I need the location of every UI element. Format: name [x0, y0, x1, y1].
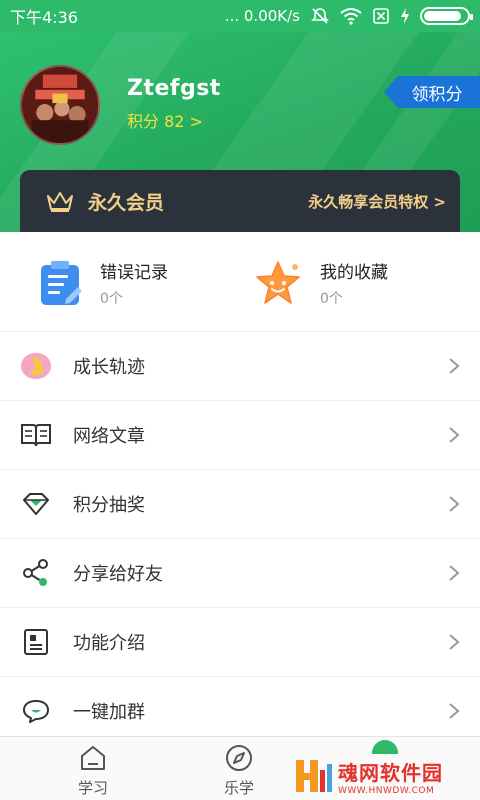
charging-icon	[400, 8, 410, 24]
list-item-features[interactable]: 功能介绍	[0, 608, 480, 677]
notepad-icon	[41, 261, 82, 305]
watermark-url: WWW.HNWDW.COM	[338, 785, 435, 796]
chevron-right-icon	[449, 703, 460, 719]
list-label-join-group: 一键加群	[73, 702, 145, 723]
crown-icon	[47, 192, 73, 212]
avatar[interactable]	[20, 65, 100, 145]
chevron-right-icon	[449, 427, 460, 443]
nav-tab-study[interactable]: 学习	[0, 737, 186, 800]
nav-label-fun-learn: 乐学	[223, 779, 254, 797]
profile-header: Ztefgst 积分 82 > 领积分 永久会员 永久畅享会员特权 >	[0, 32, 480, 232]
status-time: 下午4:36	[10, 8, 78, 27]
favorites-title: 我的收藏	[320, 263, 388, 283]
menu-list: 成长轨迹 网络文章 积分抽奖 分享给好友 功能介绍 一键加群	[0, 332, 480, 746]
no-sim-icon	[372, 7, 390, 25]
vip-privileges-link[interactable]: 永久畅享会员特权 >	[308, 191, 446, 212]
earn-points-button[interactable]: 领积分	[384, 76, 480, 108]
network-speed: ... 0.00K/s	[224, 7, 300, 25]
list-item-growth[interactable]: 成长轨迹	[0, 332, 480, 401]
vip-card[interactable]: 永久会员 永久畅享会员特权 >	[20, 170, 460, 232]
status-bar: 下午4:36 ... 0.00K/s	[0, 0, 480, 32]
list-item-articles[interactable]: 网络文章	[0, 401, 480, 470]
list-label-share: 分享给好友	[73, 564, 163, 585]
list-label-lottery: 积分抽奖	[73, 495, 145, 516]
chevron-right-icon	[449, 565, 460, 581]
compass-icon	[226, 745, 252, 771]
diamond-icon	[20, 488, 52, 520]
nav-tab-fun-learn[interactable]: 乐学	[186, 737, 292, 800]
points-link[interactable]: 积分 82 >	[127, 108, 203, 132]
wifi-icon	[340, 7, 362, 25]
favorites-card[interactable]: 我的收藏 0个	[240, 232, 480, 332]
chat-icon	[20, 695, 52, 727]
list-label-articles: 网络文章	[73, 426, 145, 447]
watermark-logo	[296, 760, 332, 792]
username: Ztefgst	[127, 76, 221, 101]
open-book-icon	[20, 419, 52, 451]
battery-icon	[420, 7, 473, 25]
list-item-lottery[interactable]: 积分抽奖	[0, 470, 480, 539]
chevron-right-icon	[449, 358, 460, 374]
document-icon	[20, 626, 52, 658]
error-record-title: 错误记录	[100, 263, 168, 283]
nav-label-study: 学习	[77, 779, 108, 797]
favorites-count: 0个	[320, 291, 343, 307]
moon-icon	[20, 350, 52, 382]
watermark-title: 魂网软件园	[338, 760, 443, 785]
home-icon	[81, 746, 105, 770]
list-label-features: 功能介绍	[73, 633, 145, 654]
quick-actions: 错误记录 0个 我的收藏 0个	[0, 232, 480, 332]
chevron-right-icon	[449, 634, 460, 650]
star-icon	[256, 261, 300, 304]
watermark: 魂网软件园 WWW.HNWDW.COM	[294, 752, 480, 800]
vip-title: 永久会员	[88, 191, 165, 214]
share-icon	[20, 557, 52, 589]
error-record-card[interactable]: 错误记录 0个	[0, 232, 240, 332]
silent-icon	[310, 6, 330, 26]
error-record-count: 0个	[100, 291, 123, 307]
list-label-growth: 成长轨迹	[73, 357, 145, 378]
list-item-share[interactable]: 分享给好友	[0, 539, 480, 608]
chevron-right-icon	[449, 496, 460, 512]
